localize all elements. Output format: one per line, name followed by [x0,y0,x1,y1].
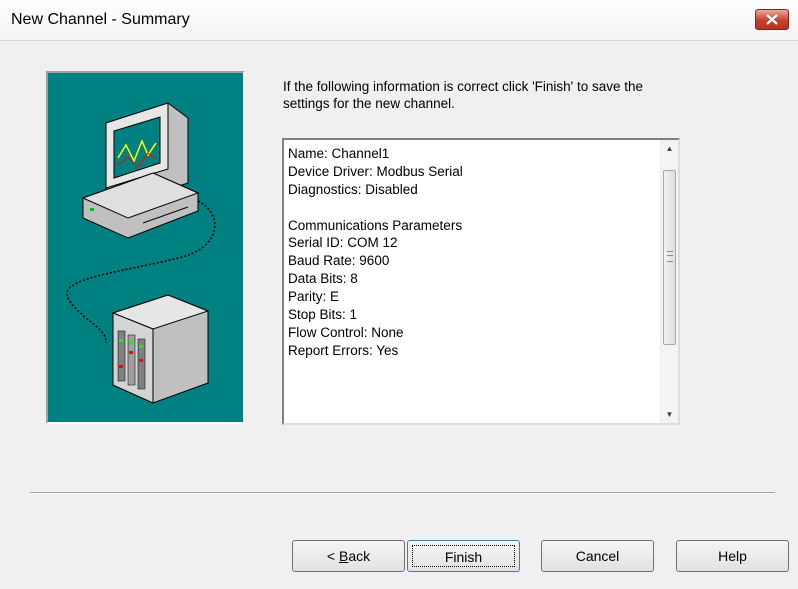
summary-line: Serial ID: COM 12 [288,235,398,251]
computer-device-illustration [66,102,216,404]
back-label-rest: ack [348,548,371,564]
finish-label: Finish [412,545,515,567]
summary-line: Name: Channel1 [288,146,390,161]
summary-line [288,199,648,217]
cancel-button[interactable]: Cancel [541,540,654,572]
help-button[interactable]: Help [676,540,789,572]
summary-lines: Name: Channel1 Device Driver: Modbus Ser… [288,145,648,360]
back-accelerator: B [338,548,349,564]
title-bar: New Channel - Summary [0,0,798,41]
separator [30,492,775,494]
close-icon [766,14,778,25]
finish-button[interactable]: Finish [407,540,520,572]
summary-line: Diagnostics: Disabled [288,181,418,197]
summary-line: Flow Control: None [288,324,404,340]
summary-line: Stop Bits: 1 [288,307,358,323]
summary-line: Data Bits: 8 [288,271,358,287]
scroll-up-arrow-icon[interactable]: ▲ [661,140,678,157]
summary-line: Report Errors: Yes [288,342,399,358]
back-prefix: < [326,548,339,564]
summary-line: Baud Rate: 9600 [288,253,390,269]
grip-icon [667,251,673,262]
summary-box[interactable]: Name: Channel1 Device Driver: Modbus Ser… [282,138,680,425]
summary-line: Communications Parameters [288,217,463,233]
wizard-illustration [46,71,245,424]
scroll-down-arrow-icon[interactable]: ▼ [661,406,678,423]
vertical-scrollbar[interactable]: ▲ ▼ [660,140,678,423]
back-button[interactable]: < Back [292,540,405,572]
summary-line: Parity: E [288,289,340,305]
summary-line: Device Driver: Modbus Serial [288,163,463,179]
instruction-text: If the following information is correct … [283,79,644,111]
window-title: New Channel - Summary [11,11,190,28]
close-button[interactable] [755,9,789,30]
scroll-thumb[interactable] [663,170,676,345]
